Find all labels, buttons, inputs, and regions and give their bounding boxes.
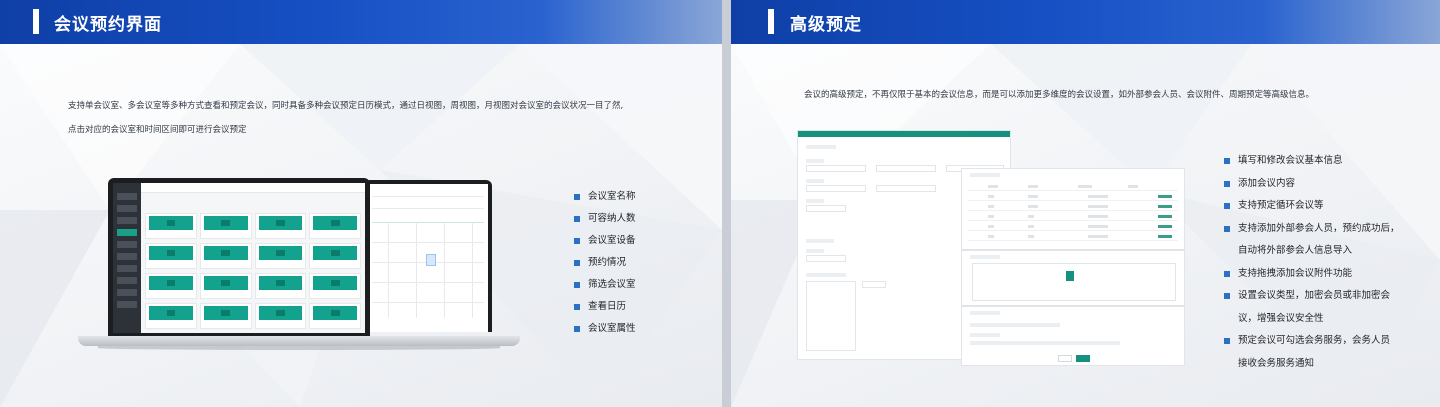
description-line-2: 点击对应的会议室和时间区间即可进行会议预定 xyxy=(68,125,247,135)
app-topbar xyxy=(141,183,365,193)
bullet-square-icon xyxy=(1224,270,1230,277)
bullet-square-icon xyxy=(574,260,580,266)
feature-item: 支持预定循环会议等 xyxy=(1224,195,1400,218)
bullet-square-icon xyxy=(1224,225,1230,232)
bullet-square-icon xyxy=(1224,203,1230,209)
feature-item: 预约情况 xyxy=(574,252,636,274)
room-card xyxy=(309,303,361,329)
attachment-upload-mockup xyxy=(961,250,1185,306)
slide-header: 会议预约界面 xyxy=(0,0,722,44)
slide-divider xyxy=(722,0,731,407)
bullet-square-icon xyxy=(574,326,580,332)
meeting-type-settings-mockup xyxy=(961,306,1185,366)
description-line-1: 支持单会议室、多会议室等多种方式查看和预定会议，同时具备多种会议预定日历模式，通… xyxy=(68,101,624,111)
feature-item: 可容纳人数 xyxy=(574,208,636,230)
bullet-square-icon xyxy=(1224,180,1230,187)
laptop-mockup xyxy=(78,178,520,354)
feature-item: 会议室名称 xyxy=(574,186,636,208)
feature-item: 设置会议类型，加密会员或非加密会 xyxy=(1224,285,1400,308)
slide-title: 高级预定 xyxy=(790,15,862,35)
slide-description: 会议的高级预定，不再仅限于基本的会议信息，而是可以添加更多维度的会议设置，如外部… xyxy=(804,90,1315,100)
feature-item: 筛选会议室 xyxy=(574,274,636,296)
room-card xyxy=(309,273,361,299)
upload-icon xyxy=(1066,271,1074,281)
laptop-screen xyxy=(108,178,370,336)
bullet-square-icon xyxy=(1224,293,1230,299)
slide-description: 支持单会议室、多会议室等多种方式查看和预定会议，同时具备多种会议预定日历模式，通… xyxy=(68,94,668,142)
feature-item: 填写和修改会议基本信息 xyxy=(1224,150,1400,173)
slide-header: 高级预定 xyxy=(731,0,1440,44)
feature-item: 查看日历 xyxy=(574,296,636,318)
feature-item-continued: 接收会务服务通知 xyxy=(1238,357,1315,369)
feature-item: 支持添加外部参会人员，预约成功后， xyxy=(1224,218,1400,241)
header-accent-bar xyxy=(33,9,39,34)
bullet-square-icon xyxy=(574,194,580,200)
external-attendees-table-mockup xyxy=(961,168,1185,250)
bullet-square-icon xyxy=(1224,338,1230,344)
feature-item-continued: 议，增强会议安全性 xyxy=(1238,312,1324,324)
calendar-view-screen xyxy=(364,180,492,332)
app-sidebar xyxy=(113,183,141,333)
room-card xyxy=(145,213,197,239)
feature-item: 会议室设备 xyxy=(574,230,636,252)
room-card xyxy=(199,243,252,269)
room-card xyxy=(145,243,197,269)
room-card xyxy=(145,273,197,299)
room-card xyxy=(254,303,307,329)
bullet-square-icon xyxy=(574,216,580,222)
slide-meeting-booking: 会议预约界面 支持单会议室、多会议室等多种方式查看和预定会议，同时具备多种会议预… xyxy=(0,0,722,407)
room-card xyxy=(254,243,307,269)
feature-item: 添加会议内容 xyxy=(1224,173,1400,196)
room-card xyxy=(254,273,307,299)
bullet-square-icon xyxy=(574,304,580,310)
room-card xyxy=(199,303,252,329)
laptop-shadow xyxy=(98,346,500,350)
slide-title: 会议预约界面 xyxy=(54,15,162,35)
bullet-square-icon xyxy=(574,282,580,288)
room-card xyxy=(145,303,197,329)
calendar-event xyxy=(426,254,436,266)
feature-item-continued: 自动将外部参会人信息导入 xyxy=(1238,245,1353,256)
meeting-room-grid xyxy=(145,213,361,329)
feature-item: 预定会议可勾选会务服务，会务人员 xyxy=(1224,330,1400,353)
bullet-square-icon xyxy=(1224,158,1230,164)
feature-item: 支持拖拽添加会议附件功能 xyxy=(1224,263,1400,286)
feature-item: 会议室属性 xyxy=(574,318,636,340)
feature-list: 填写和修改会议基本信息 添加会议内容 支持预定循环会议等 支持添加外部参会人员，… xyxy=(1224,150,1400,375)
room-card xyxy=(254,213,307,239)
header-accent-bar xyxy=(768,9,774,34)
room-card xyxy=(309,243,361,269)
room-card xyxy=(199,273,252,299)
slide-advanced-booking: 高级预定 会议的高级预定，不再仅限于基本的会议信息，而是可以添加更多维度的会议设… xyxy=(731,0,1440,407)
bullet-square-icon xyxy=(574,238,580,244)
room-card xyxy=(309,213,361,239)
laptop-base xyxy=(78,336,520,346)
room-card xyxy=(199,213,252,239)
feature-list: 会议室名称 可容纳人数 会议室设备 预约情况 筛选会议室 查看日历 会议室属性 xyxy=(574,186,636,340)
